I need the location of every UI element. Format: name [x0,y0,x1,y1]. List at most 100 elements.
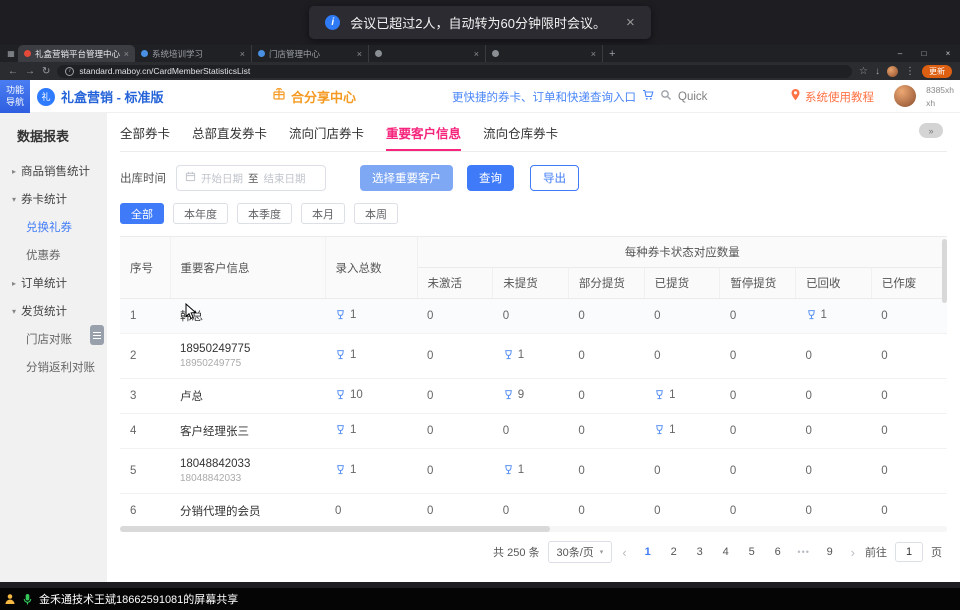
table-row[interactable]: 2189502497751895024977510100000 [120,334,947,379]
cell-value-wrap: 0 [578,310,584,322]
total-count: 共 250 条 [493,544,539,560]
browser-tab[interactable]: 门店管理中心× [252,45,369,62]
cell-value-wrap: 0 [806,425,812,437]
sidebar-item[interactable]: ▾发货统计 [0,297,107,325]
tab-favicon [24,50,31,57]
brand-name: 礼盒营销 - 标准版 [61,87,164,106]
download-icon[interactable]: ↓ [875,66,880,77]
cell-value-wrap: 0 [654,310,660,322]
bookmark-star-icon[interactable]: ☆ [859,66,868,77]
chrome-update-button[interactable]: 更新 [922,65,952,78]
browser-tab[interactable]: 礼盒营销平台管理中心× [18,45,135,62]
back-icon[interactable]: ← [8,66,18,77]
tab-close-icon[interactable]: × [124,49,129,59]
sidebar-item[interactable]: 兑换礼券 [0,213,107,241]
sidebar-collapse-handle[interactable] [90,325,104,345]
page-number-button[interactable]: 9 [819,541,841,563]
sidebar-item[interactable]: ▾券卡统计 [0,185,107,213]
prev-page-button[interactable]: ‹ [620,545,628,560]
page-number-button[interactable]: 1 [637,541,659,563]
toast-close-icon[interactable]: × [626,14,635,31]
cell-value: 0 [578,465,584,477]
sidebar-item[interactable]: 分销返利对账 [0,353,107,381]
url-box[interactable]: i standard.maboy.cn/CardMemberStatistics… [57,65,852,78]
content-tab[interactable]: 全部券卡 [120,123,170,142]
select-customer-button[interactable]: 选择重要客户 [360,165,453,191]
table-row[interactable]: 3卢总100901000 [120,379,947,414]
content-tab[interactable]: 重要客户信息 [386,123,461,142]
tab-close-icon[interactable]: × [591,49,596,59]
forward-icon[interactable]: → [25,66,35,77]
total-cell: 1 [325,299,417,334]
page-number-button[interactable]: 2 [663,541,685,563]
goto-page-input[interactable]: 1 [895,542,923,562]
sidebar-item[interactable]: ▸订单统计 [0,269,107,297]
cell-value-wrap: 9 [503,389,524,401]
content-tab[interactable]: 流向门店券卡 [289,123,364,142]
tab-close-icon[interactable]: × [474,49,479,59]
tutorial-link[interactable]: 系统使用教程 [790,80,874,113]
site-info-icon[interactable]: i [65,67,74,76]
page-number-button[interactable]: 3 [689,541,711,563]
reload-icon[interactable]: ↻ [42,66,50,77]
tab-grid-icon[interactable]: ▦ [4,49,18,58]
tab-close-icon[interactable]: × [240,49,245,59]
vertical-scrollbar-thumb[interactable] [942,239,947,303]
content-tab[interactable]: 总部直发券卡 [192,123,267,142]
cell-value-wrap: 1 [335,349,356,361]
quick-filter[interactable]: 本周 [354,203,398,224]
browser-tab[interactable]: × [369,45,486,62]
quick-label[interactable]: Quick [678,91,707,103]
quick-filter[interactable]: 本年度 [173,203,228,224]
main-content: 全部券卡 总部直发券卡 流向门店券卡 重要客户信息 流向仓库券卡 » 出库时间 开始日期… [107,113,960,582]
share-center-link[interactable]: 合分享中心 [272,80,356,113]
page-number-button[interactable]: 6 [767,541,789,563]
table-row[interactable]: 1韩总10000010 [120,299,947,334]
quick-filter[interactable]: 本月 [301,203,345,224]
table-row[interactable]: 4客户经理张三10001000 [120,414,947,449]
quick-hint-link[interactable]: 更快捷的券卡、订单和快递查询入口 [452,89,636,105]
sidebar-item[interactable]: 优惠券 [0,241,107,269]
page-size-select[interactable]: 30条/页 ▾ [548,541,613,563]
coupon-icon [335,349,346,360]
content-tab[interactable]: 流向仓库券卡 [483,123,558,142]
customer-phone: 18950249775 [180,358,315,369]
horizontal-scrollbar[interactable] [120,526,947,532]
cell-value-wrap: 0 [427,465,433,477]
table-row[interactable]: 6分销代理的会员00000000 [120,494,947,525]
tab-close-icon[interactable]: × [357,49,362,59]
filter-bar: 出库时间 开始日期 至 结束日期 选择重要客户 查询 导出 [120,165,947,191]
page-number-button[interactable]: 4 [715,541,737,563]
cell-value-wrap: 0 [578,350,584,362]
pin-icon [790,88,801,106]
horizontal-scrollbar-thumb[interactable] [120,526,550,532]
coupon-icon [335,389,346,400]
status-cell: 0 [417,334,493,379]
search-button[interactable]: 查询 [467,165,514,191]
date-range-picker[interactable]: 开始日期 至 结束日期 [176,165,326,191]
browser-menu-icon[interactable]: ⋮ [905,66,915,77]
vertical-scrollbar[interactable] [941,237,947,524]
cell-value-wrap: 0 [578,425,584,437]
expand-tabs-button[interactable]: » [919,123,943,138]
table-row[interactable]: 5180488420331804884203310100000 [120,449,947,494]
quick-filter[interactable]: 全部 [120,203,164,224]
page-number-button[interactable]: 5 [741,541,763,563]
maximize-button[interactable]: □ [912,45,936,62]
minimize-button[interactable]: – [888,45,912,62]
browser-tab[interactable]: × [486,45,603,62]
close-window-button[interactable]: × [936,45,960,62]
status-cell: 0 [417,494,493,525]
sidebar-item[interactable]: ▸商品销售统计 [0,157,107,185]
user-avatar[interactable] [894,85,916,107]
quick-filter[interactable]: 本季度 [237,203,292,224]
browser-tab[interactable]: 系统培训学习× [135,45,252,62]
function-nav-toggle[interactable]: 功能 导航 [0,80,30,113]
search-icon[interactable] [660,88,672,106]
browser-profile-avatar[interactable] [887,66,898,77]
next-page-button[interactable]: › [849,545,857,560]
cell-value-wrap: 0 [503,505,509,517]
new-tab-button[interactable]: + [609,48,615,60]
url-text: standard.maboy.cn/CardMemberStatisticsLi… [79,66,250,76]
export-button[interactable]: 导出 [530,165,579,191]
